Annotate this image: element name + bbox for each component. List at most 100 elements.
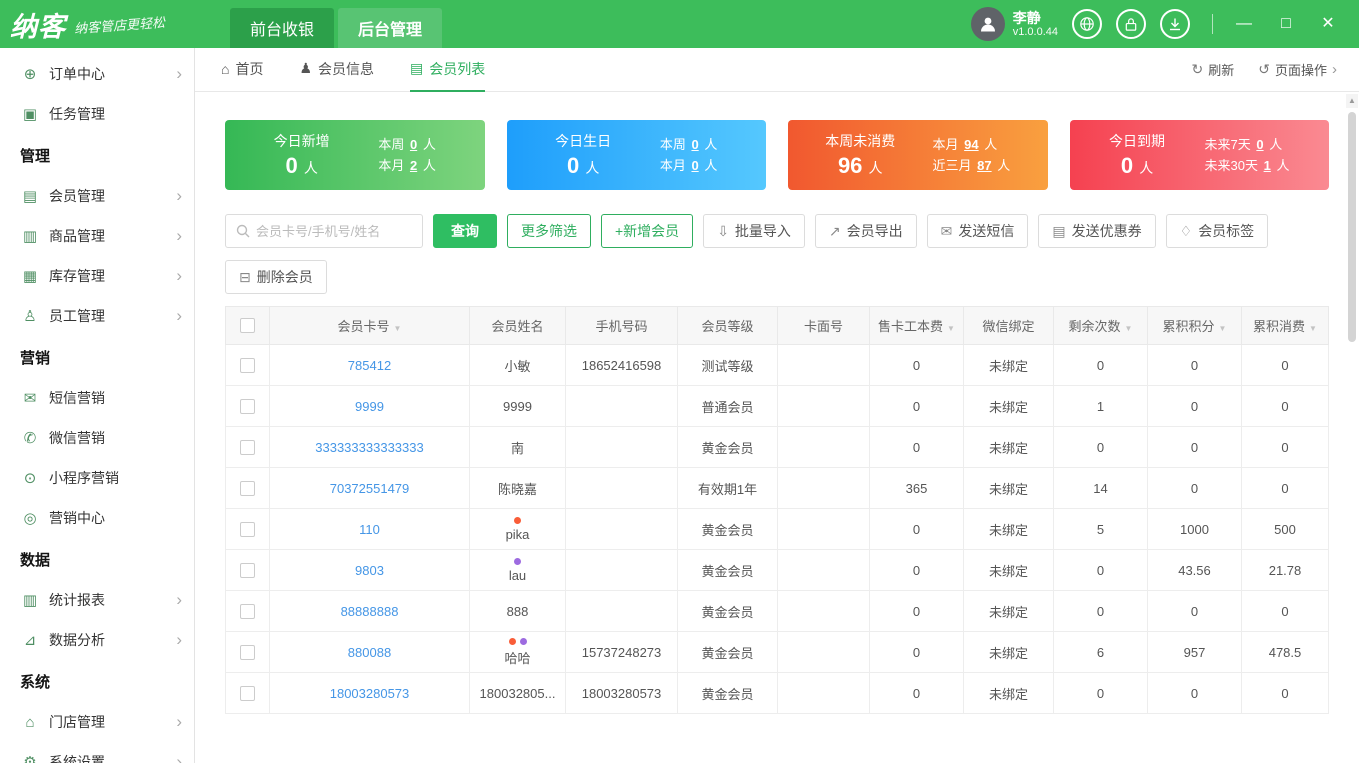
- batch-import-button[interactable]: ⇩ 批量导入: [703, 214, 805, 248]
- sidebar-item[interactable]: ⌂ 门店管理 ›: [0, 702, 194, 742]
- staff-manage-icon: ♙: [23, 308, 37, 325]
- batch-import-icon: ⇩: [717, 222, 729, 239]
- member-card-link[interactable]: 9999: [355, 399, 384, 414]
- sidebar-item[interactable]: ⊙ 小程序营销: [0, 458, 194, 498]
- member-card-link[interactable]: 70372551479: [330, 481, 410, 496]
- sidebar-item[interactable]: ▦ 库存管理 ›: [0, 256, 194, 296]
- stat-card-main: 今日到期 0 人: [1109, 131, 1165, 179]
- sidebar-item[interactable]: ▥ 商品管理 ›: [0, 216, 194, 256]
- column-header[interactable]: 卡面号: [777, 306, 870, 345]
- close-button[interactable]: ✕: [1307, 0, 1349, 48]
- row-checkbox[interactable]: [240, 644, 255, 660]
- filter-icon[interactable]: ▼: [1219, 324, 1227, 333]
- nav-tab-backend[interactable]: 后台管理: [338, 8, 443, 48]
- sidebar-item[interactable]: ✉ 短信营销: [0, 378, 194, 418]
- row-checkbox[interactable]: [240, 480, 255, 496]
- filter-icon[interactable]: ▼: [1309, 324, 1317, 333]
- member-export-button[interactable]: ↗ 会员导出: [814, 214, 917, 248]
- sidebar-item[interactable]: ▣ 任务管理: [0, 94, 194, 134]
- stat-card-subvalue[interactable]: 0: [691, 158, 698, 173]
- column-header[interactable]: 售卡工本费 ▼: [869, 306, 964, 345]
- select-all-checkbox[interactable]: [240, 318, 255, 333]
- stat-card-subvalue[interactable]: 1: [1264, 158, 1271, 173]
- column-header[interactable]: 累积消费 ▼: [1241, 306, 1329, 345]
- stat-card-subvalue[interactable]: 0: [691, 137, 698, 152]
- stat-card-subvalue[interactable]: 2: [410, 158, 417, 173]
- delete-member-button[interactable]: ⊟ 删除会员: [225, 260, 327, 294]
- filter-icon[interactable]: ▼: [947, 324, 955, 333]
- row-checkbox[interactable]: [240, 521, 255, 537]
- column-header[interactable]: 微信绑定: [963, 306, 1054, 345]
- row-checkbox[interactable]: [240, 603, 255, 619]
- column-header[interactable]: 会员卡号 ▼: [269, 306, 470, 345]
- stat-card-title: 今日到期: [1109, 133, 1165, 149]
- row-checkbox[interactable]: [240, 439, 255, 455]
- search-icon: [236, 224, 250, 238]
- sidebar-item[interactable]: ◎ 营销中心: [0, 498, 194, 538]
- filter-icon[interactable]: ▼: [1125, 324, 1133, 333]
- member-card-link[interactable]: 785412: [348, 358, 391, 373]
- row-checkbox[interactable]: [240, 562, 255, 578]
- column-header[interactable]: 手机号码: [565, 306, 678, 345]
- sms-marketing-icon: ✉: [23, 390, 37, 407]
- stat-card-subvalue[interactable]: 0: [1256, 137, 1263, 152]
- column-header[interactable]: 累积积分 ▼: [1147, 306, 1242, 345]
- filter-icon[interactable]: ▼: [394, 324, 402, 333]
- member-card-cell: 70372551479: [269, 467, 470, 509]
- scrollbar-thumb[interactable]: [1348, 112, 1356, 342]
- send-coupon-button[interactable]: ▤ 发送优惠券: [1038, 214, 1156, 248]
- member-card-link[interactable]: 18003280573: [330, 686, 410, 701]
- sidebar-item-label: 员工管理: [49, 308, 105, 324]
- column-header[interactable]: 剩余次数 ▼: [1053, 306, 1148, 345]
- avatar[interactable]: [970, 7, 1005, 41]
- stat-card-subvalue[interactable]: 94: [964, 137, 978, 152]
- query-button[interactable]: 查询: [433, 214, 497, 248]
- row-checkbox[interactable]: [240, 357, 255, 373]
- network-button[interactable]: [1072, 9, 1102, 39]
- column-header[interactable]: 会员等级: [677, 306, 778, 345]
- member-card-link[interactable]: 88888888: [341, 604, 399, 619]
- table-row: 9803 lau 黄金会员 0 未绑定 0 43.56 21.78: [225, 549, 1329, 591]
- column-header[interactable]: 会员姓名: [469, 306, 566, 345]
- maximize-button[interactable]: □: [1265, 0, 1307, 48]
- sidebar-item[interactable]: ⊕ 订单中心 ›: [0, 54, 194, 94]
- stat-card-subvalue[interactable]: 87: [977, 158, 991, 173]
- stat-card-subvalue[interactable]: 0: [410, 137, 417, 152]
- scroll-up-icon[interactable]: ▲: [1346, 94, 1358, 108]
- cell-phone: 18652416598: [565, 344, 678, 386]
- analysis-icon: ⊿: [23, 632, 37, 649]
- member-card-link[interactable]: 880088: [348, 645, 391, 660]
- member-tag-button[interactable]: ♢ 会员标签: [1165, 214, 1269, 248]
- member-card-link[interactable]: 9803: [355, 563, 384, 578]
- lock-button[interactable]: [1116, 9, 1146, 39]
- sidebar-item[interactable]: ▥ 统计报表 ›: [0, 580, 194, 620]
- tab-member-list[interactable]: ▤ 会员列表: [410, 48, 486, 92]
- sidebar-item-label: 订单中心: [49, 66, 105, 82]
- sidebar-item[interactable]: ⊿ 数据分析 ›: [0, 620, 194, 660]
- add-member-button[interactable]: +新增会员: [601, 214, 694, 248]
- download-button[interactable]: [1160, 9, 1190, 39]
- refresh-button[interactable]: ↻ 刷新: [1192, 60, 1235, 79]
- more-filter-button[interactable]: 更多筛选: [507, 214, 591, 248]
- minimize-button[interactable]: —: [1223, 0, 1265, 48]
- tab-member-info[interactable]: ♟ 会员信息: [299, 48, 374, 92]
- tab-home[interactable]: ⌂ 首页: [221, 48, 263, 92]
- sidebar-item[interactable]: ✆ 微信营销: [0, 418, 194, 458]
- send-coupon-icon: ▤: [1052, 222, 1066, 239]
- member-card-link[interactable]: 110: [359, 522, 380, 537]
- row-checkbox[interactable]: [240, 398, 255, 414]
- member-card-link[interactable]: 333333333333333: [315, 440, 423, 455]
- search-input[interactable]: [256, 223, 412, 239]
- page-ops-button[interactable]: ↺ 页面操作 ›: [1258, 60, 1337, 79]
- toolbar: 查询 更多筛选 +新增会员 ⇩批量导入 ↗会员导出 ✉发送短信 ▤发送优惠券 ♢会员标签: [225, 214, 1329, 248]
- row-checkbox[interactable]: [240, 685, 255, 701]
- nav-tab-frontdesk[interactable]: 前台收银: [230, 8, 335, 48]
- vertical-scrollbar[interactable]: ▲: [1346, 94, 1358, 761]
- member-name-cell: 南: [469, 426, 566, 468]
- toolbar-row-2: ⊟ 删除会员: [225, 260, 1329, 294]
- send-sms-button[interactable]: ✉ 发送短信: [926, 214, 1029, 248]
- stat-card-unit: 人: [868, 160, 883, 176]
- sidebar-item[interactable]: ♙ 员工管理 ›: [0, 296, 194, 336]
- sidebar-item[interactable]: ⚙ 系统设置 ›: [0, 742, 194, 763]
- sidebar-item[interactable]: ▤ 会员管理 ›: [0, 176, 194, 216]
